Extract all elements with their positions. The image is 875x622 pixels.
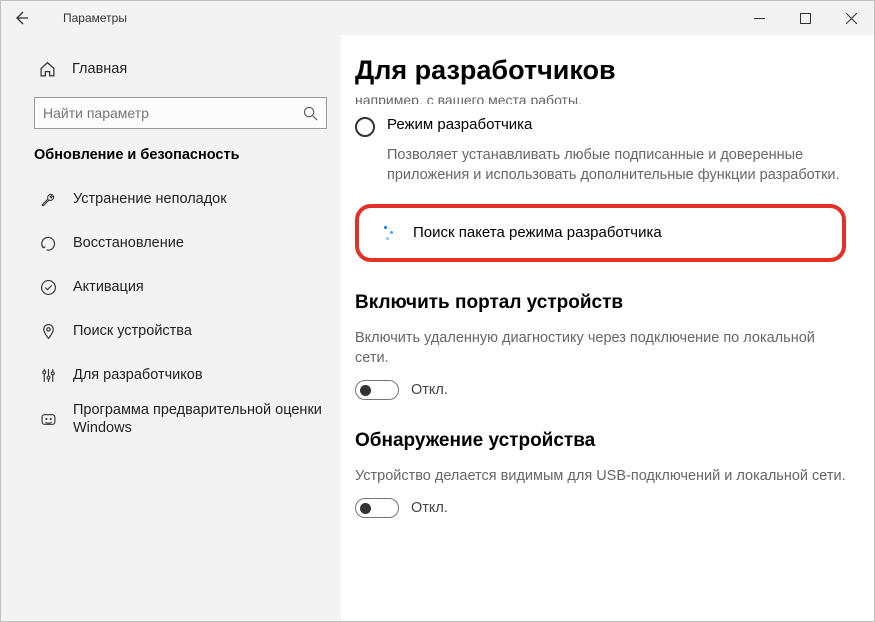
sidebar-item-label: Активация xyxy=(73,278,327,296)
sidebar-section-title: Обновление и безопасность xyxy=(1,143,341,177)
sidebar-item-insider[interactable]: Программа предварительной оценки Windows xyxy=(1,397,341,441)
search-input-wrapper[interactable] xyxy=(34,97,327,129)
sidebar-home[interactable]: Главная xyxy=(1,49,341,89)
sidebar-item-label: Программа предварительной оценки Windows xyxy=(73,401,327,437)
device-portal-desc: Включить удаленную диагностику через под… xyxy=(355,328,846,369)
radio-icon xyxy=(355,117,375,137)
dev-mode-radio[interactable]: Режим разработчика xyxy=(355,116,846,137)
content-area: Для разработчиков например, с вашего мес… xyxy=(341,35,874,621)
close-button[interactable] xyxy=(828,1,874,35)
searching-package-box: Поиск пакета режима разработчика xyxy=(355,204,846,262)
device-portal-toggle-label: Откл. xyxy=(411,382,448,398)
recovery-icon xyxy=(39,235,57,252)
device-discovery-desc: Устройство делается видимым для USB-подк… xyxy=(355,466,846,486)
back-button[interactable] xyxy=(1,1,41,35)
insider-icon xyxy=(39,411,57,428)
search-icon xyxy=(303,106,318,121)
device-portal-heading: Включить портал устройств xyxy=(355,292,846,314)
sidebar-item-label: Для разработчиков xyxy=(73,366,327,384)
check-badge-icon xyxy=(39,279,57,296)
device-discovery-toggle[interactable] xyxy=(355,498,399,518)
maximize-button[interactable] xyxy=(782,1,828,35)
maximize-icon xyxy=(800,13,811,24)
device-portal-toggle[interactable] xyxy=(355,380,399,400)
wrench-icon xyxy=(39,191,57,208)
spinner-icon xyxy=(377,224,395,242)
dev-mode-desc: Позволяет устанавливать любые подписанны… xyxy=(387,145,846,186)
sidebar-item-label: Устранение неполадок xyxy=(73,190,327,208)
page-title: Для разработчиков xyxy=(355,55,846,86)
dev-mode-label: Режим разработчика xyxy=(387,116,532,133)
searching-text: Поиск пакета режима разработчика xyxy=(413,224,662,241)
sidebar-item-find-device[interactable]: Поиск устройства xyxy=(1,309,341,353)
clipped-text: например, с вашего места работы. xyxy=(355,92,846,104)
titlebar: Параметры xyxy=(1,1,874,35)
search-input[interactable] xyxy=(43,105,303,121)
device-discovery-toggle-label: Откл. xyxy=(411,500,448,516)
search-container xyxy=(34,97,327,129)
sidebar-item-troubleshoot[interactable]: Устранение неполадок xyxy=(1,177,341,221)
device-portal-toggle-row: Откл. xyxy=(355,380,846,400)
device-discovery-toggle-row: Откл. xyxy=(355,498,846,518)
sidebar-home-label: Главная xyxy=(72,61,127,77)
home-icon xyxy=(39,61,56,78)
settings-window: Параметры Главная xyxy=(0,0,875,622)
minimize-icon xyxy=(754,13,765,24)
device-discovery-heading: Обнаружение устройства xyxy=(355,430,846,452)
sidebar-item-label: Поиск устройства xyxy=(73,322,327,340)
sidebar: Главная Обновление и безопасность Устран… xyxy=(1,35,341,621)
window-controls xyxy=(736,1,874,35)
sidebar-item-recovery[interactable]: Восстановление xyxy=(1,221,341,265)
body: Главная Обновление и безопасность Устран… xyxy=(1,35,874,621)
sidebar-item-activation[interactable]: Активация xyxy=(1,265,341,309)
app-title: Параметры xyxy=(63,11,127,25)
sliders-icon xyxy=(39,367,57,384)
sidebar-item-label: Восстановление xyxy=(73,234,327,252)
close-icon xyxy=(846,13,857,24)
sidebar-item-developers[interactable]: Для разработчиков xyxy=(1,353,341,397)
sidebar-menu: Устранение неполадок Восстановление Акти… xyxy=(1,177,341,441)
location-icon xyxy=(39,323,57,340)
arrow-left-icon xyxy=(13,10,29,26)
minimize-button[interactable] xyxy=(736,1,782,35)
